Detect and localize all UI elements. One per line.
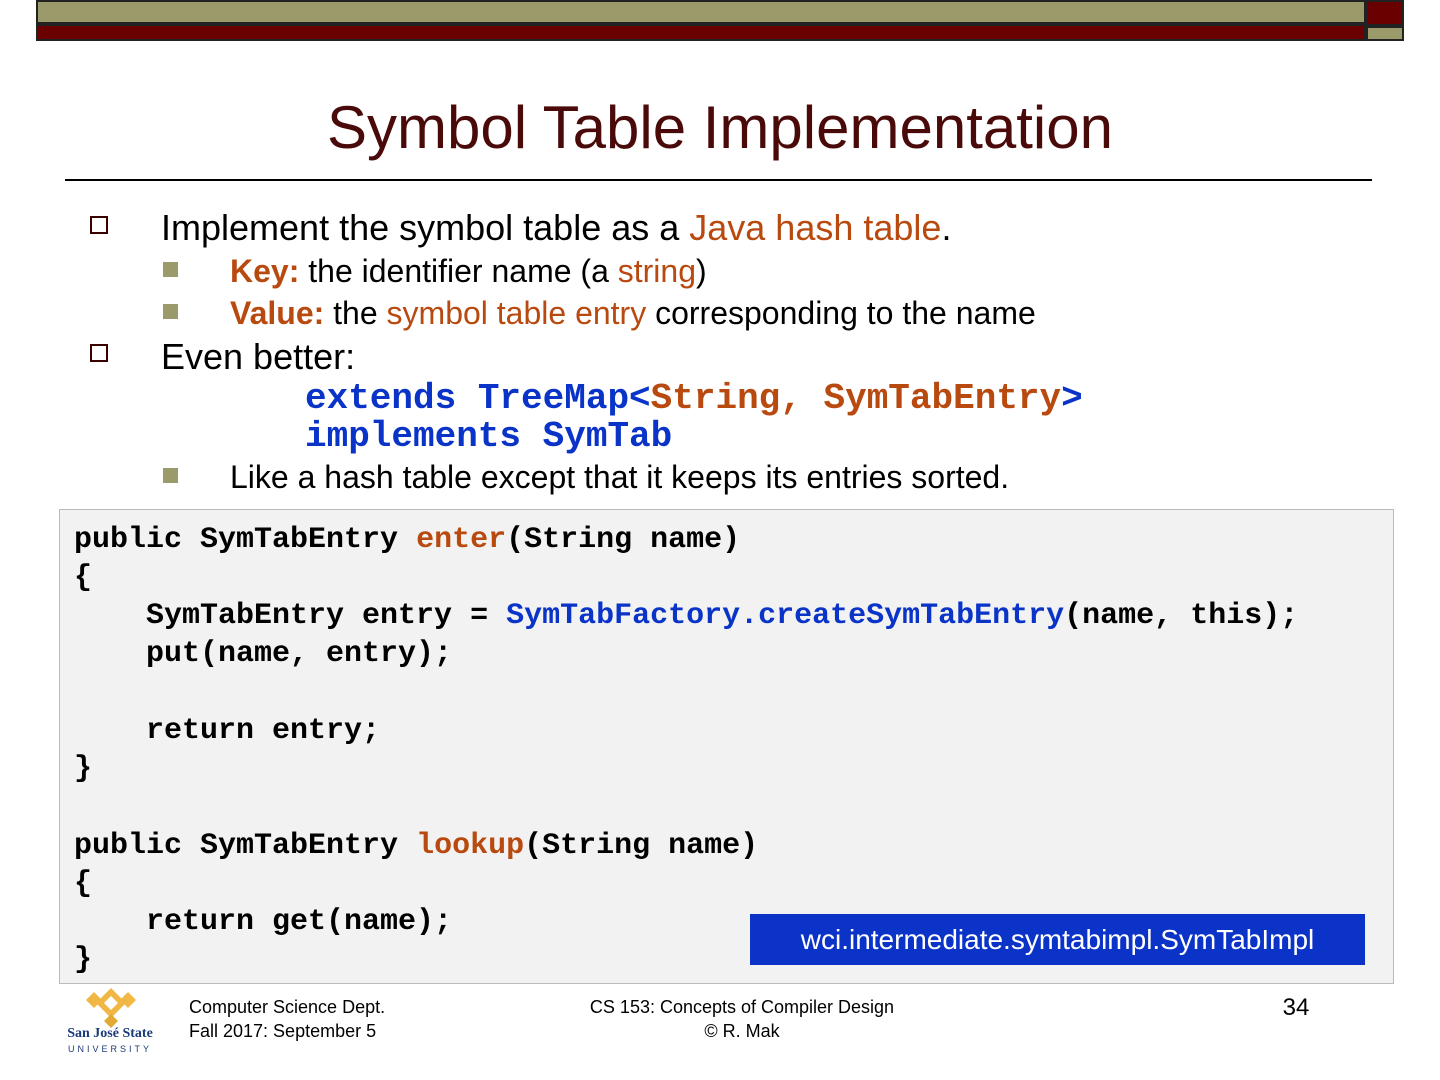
package-name-badge: wci.intermediate.symtabimpl.SymTabImpl <box>750 914 1365 965</box>
code-factory-call: SymTabFactory.createSymTabEntry <box>506 599 1065 633</box>
corner-block-red <box>1366 0 1404 26</box>
code-token: SymTabEntry entry = <box>74 599 507 633</box>
bullet-text: Implement the symbol table as a <box>161 207 690 248</box>
code-token: (String name) <box>506 523 741 557</box>
code-token: > <box>1061 378 1083 419</box>
footer-author: © R. Mak <box>704 1021 780 1041</box>
sub-bullet-text: the <box>324 295 387 331</box>
corner-block-olive <box>1366 26 1404 41</box>
sub-bullet-text: corresponding to the name <box>646 295 1036 331</box>
sub-bullet-value: Value: the symbol table entry correspond… <box>230 294 1036 332</box>
code-method-name: enter <box>416 523 507 557</box>
page-number: 34 <box>1282 994 1310 1021</box>
code-token: (String name) <box>524 829 759 863</box>
footer-course: CS 153: Concepts of Compiler Design <box>589 997 895 1017</box>
code-token: extends TreeMap< <box>305 378 651 419</box>
bullet-square-icon <box>90 216 108 234</box>
code-line: public SymTabEntry enter(String name) <box>74 521 740 559</box>
logo-university-subtitle: UNIVERSITY <box>67 1044 152 1054</box>
bullet-text: . <box>941 207 952 248</box>
code-line: put(name, entry); <box>74 637 453 671</box>
footer-date: Fall 2017: September 5 <box>189 1021 377 1041</box>
bullet-even-better: Even better: <box>161 336 356 377</box>
code-line: return entry; <box>74 714 381 748</box>
code-line: SymTabEntry entry = SymTabFactory.create… <box>74 597 1298 635</box>
sub-bullet-square-icon <box>163 468 178 483</box>
code-line: return get(name); <box>74 905 453 939</box>
code-line: } <box>74 943 93 977</box>
code-token: (name, this); <box>1064 599 1299 633</box>
code-line: } <box>74 752 93 786</box>
sub-bullet-square-icon <box>163 262 178 277</box>
bullet-highlight: Java hash table <box>689 207 942 248</box>
sub-bullet-label: Key: <box>230 253 300 289</box>
sub-bullet-highlight: symbol table entry <box>386 295 647 331</box>
code-line: public SymTabEntry lookup(String name) <box>74 827 758 865</box>
sub-bullet-square-icon <box>163 304 178 319</box>
slide-title: Symbol Table Implementation <box>327 94 1113 161</box>
code-token: public SymTabEntry <box>74 523 417 557</box>
code-token: public SymTabEntry <box>74 829 417 863</box>
sub-bullet-key: Key: the identifier name (a string) <box>230 252 707 290</box>
sub-bullet-highlight: string <box>617 253 696 289</box>
bullet-implement: Implement the symbol table as a Java has… <box>161 207 951 249</box>
top-bar-red <box>36 24 1366 41</box>
code-extends-line: extends TreeMap<String, SymTabEntry> <box>305 380 1083 418</box>
footer-dept: Computer Science Dept. <box>189 997 386 1017</box>
sub-bullet-sorted: Like a hash table except that it keeps i… <box>230 459 1010 495</box>
top-bar-olive <box>36 0 1366 24</box>
logo-university-name: San José State <box>67 1026 153 1041</box>
code-token-generic: String, SymTabEntry <box>650 378 1062 419</box>
title-divider <box>65 179 1372 181</box>
bullet-square-icon <box>90 344 108 362</box>
sub-bullet-text: ) <box>696 253 707 289</box>
sub-bullet-label: Value: <box>230 295 325 331</box>
code-method-name: lookup <box>416 829 525 863</box>
sub-bullet-text: the identifier name (a <box>299 253 618 289</box>
code-line: { <box>74 561 93 595</box>
code-implements-line: implements SymTab <box>305 416 673 457</box>
code-line: { <box>74 867 93 901</box>
